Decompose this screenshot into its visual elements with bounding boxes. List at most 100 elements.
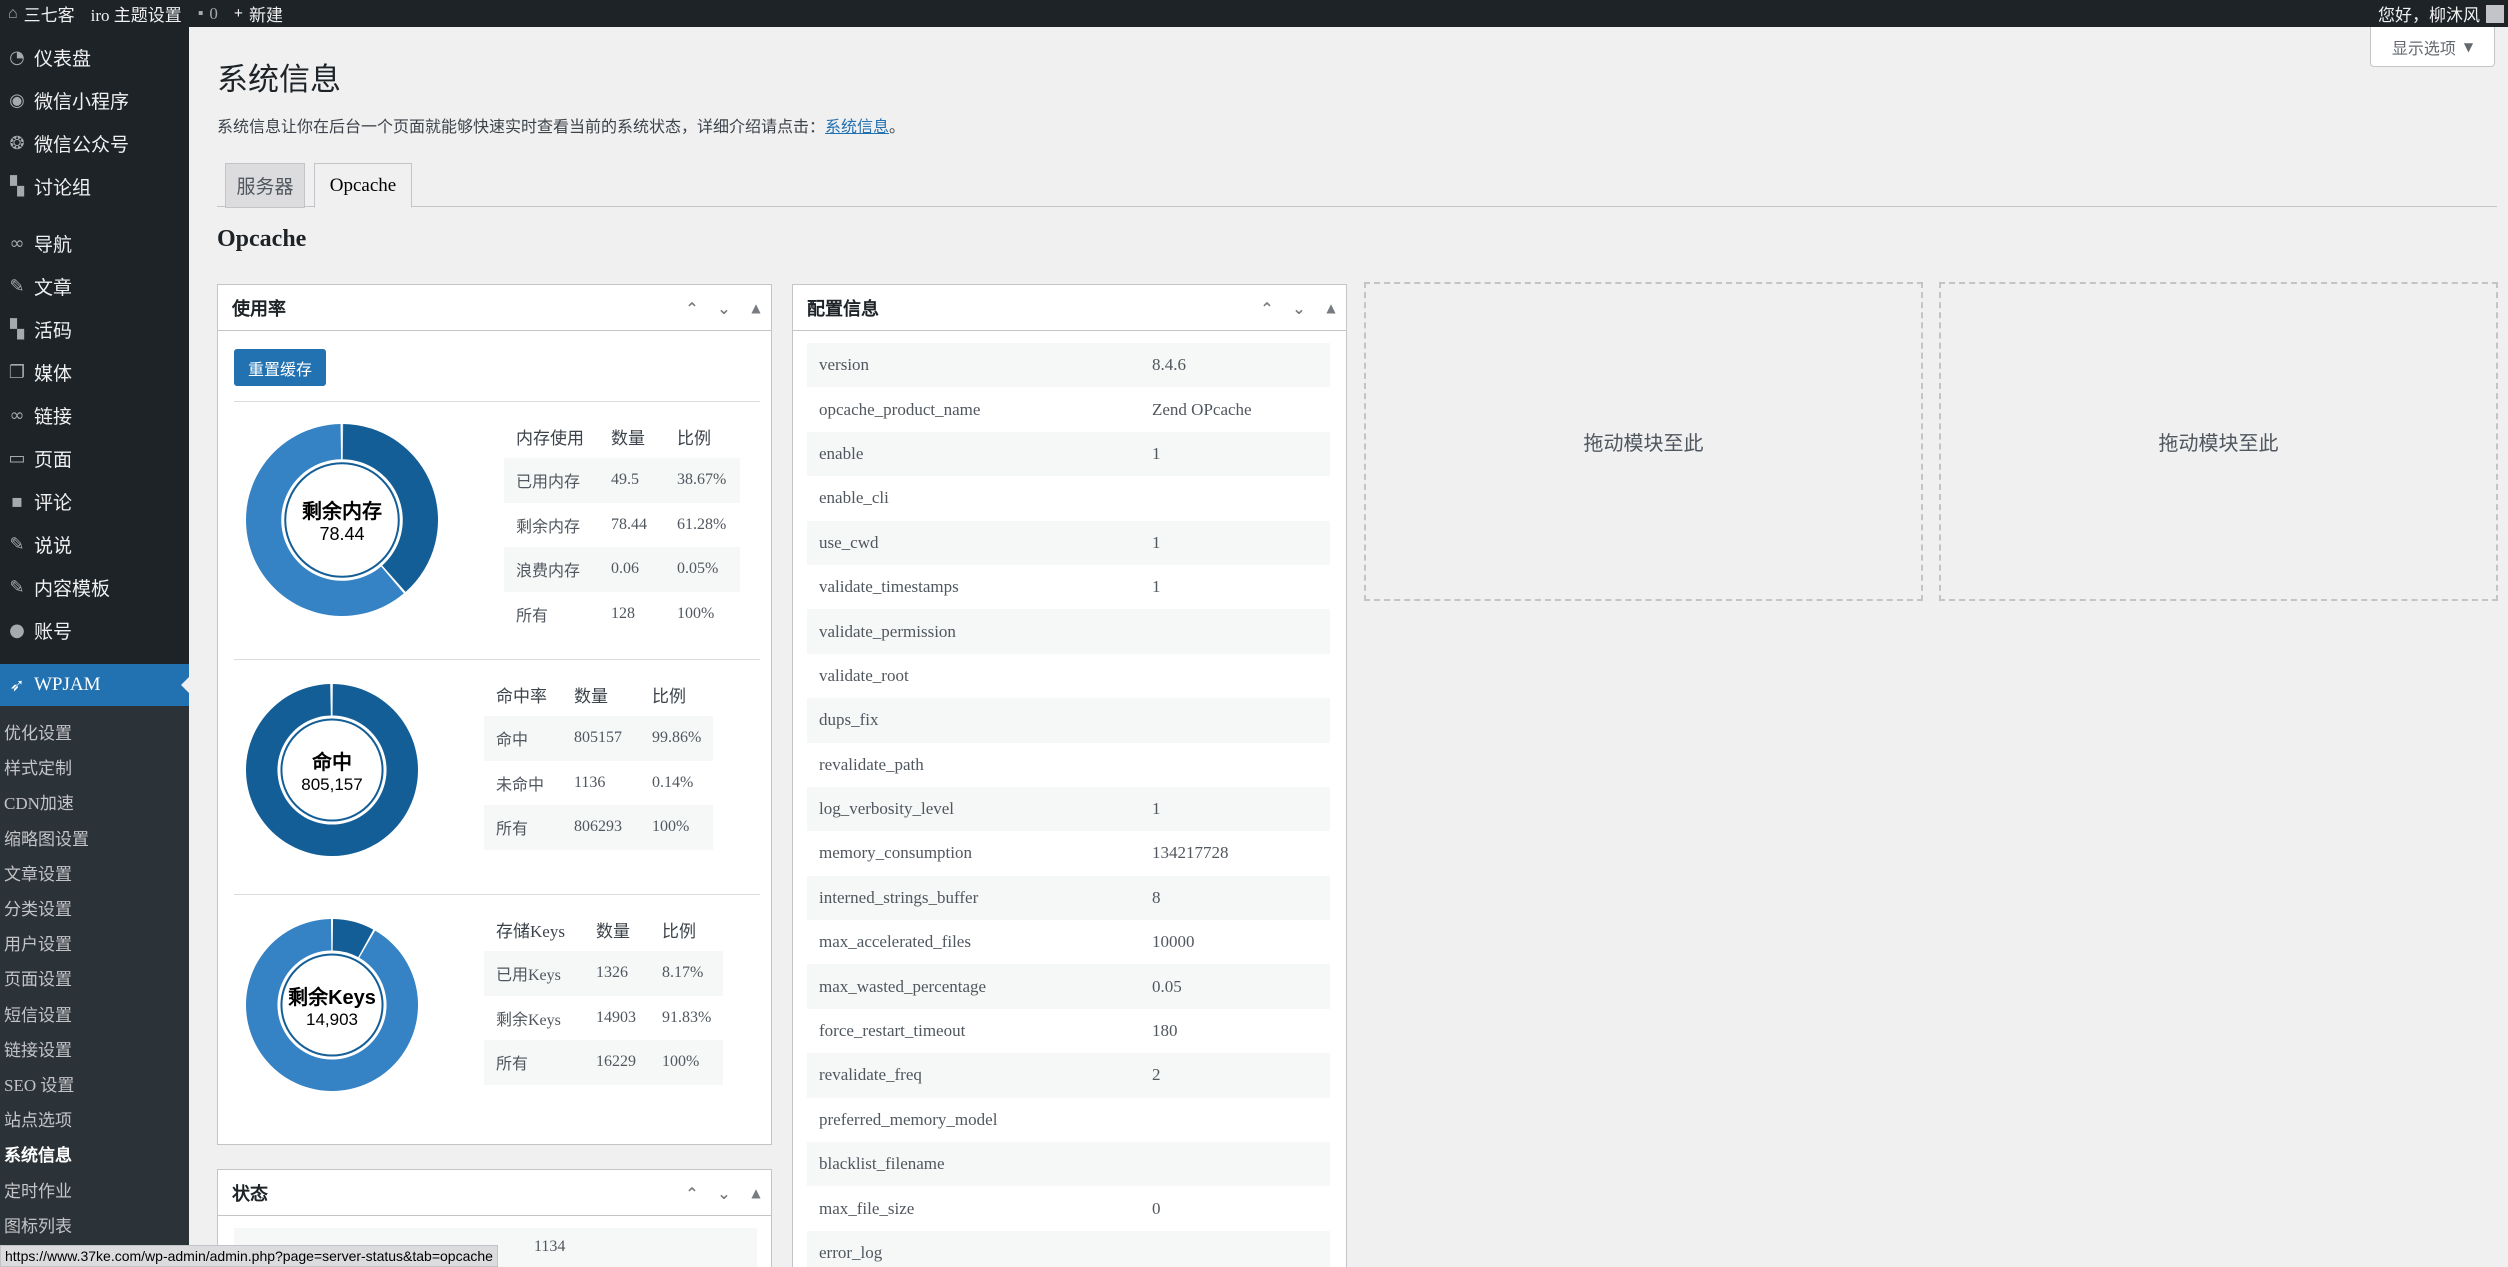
menu-item[interactable]: ◉ 微信小程序 bbox=[0, 79, 189, 122]
new-content-link[interactable]: + 新建 bbox=[226, 0, 291, 27]
donut-center-title: 剩余内存 bbox=[302, 501, 382, 523]
keys-block: 剩余Keys 14,903 存储Keys 数量 比例 已用Keys 1326 8.17% 剩… bbox=[234, 894, 760, 1129]
table-cell: 0.06 bbox=[599, 547, 665, 592]
section-title: Opcache bbox=[217, 226, 307, 252]
menu-item[interactable]: ✎ 内容模板 bbox=[0, 566, 189, 609]
menu-item[interactable]: ● 账号 bbox=[0, 609, 189, 652]
plus-icon: + bbox=[233, 4, 244, 22]
postbox-title: 状态 bbox=[232, 1183, 268, 1204]
menu-label: 媒体 bbox=[34, 364, 73, 385]
table-row: validate_permission bbox=[807, 609, 1330, 654]
link-icon: ∞ bbox=[9, 233, 25, 254]
config-key: blacklist_filename bbox=[819, 1154, 945, 1174]
site-name-link[interactable]: ⌂ 三七客 bbox=[0, 0, 83, 27]
submenu-item[interactable]: 缩略图设置 bbox=[0, 820, 189, 855]
submenu-item[interactable]: 分类设置 bbox=[0, 890, 189, 925]
submenu-item[interactable]: 样式定制 bbox=[0, 749, 189, 784]
toggle-panel-icon[interactable]: ▲ bbox=[747, 1186, 765, 1200]
tab-opcache[interactable]: Opcache bbox=[314, 163, 412, 208]
table-cell: 61.28% bbox=[677, 515, 727, 533]
menu-item[interactable]: ❂ 微信公众号 bbox=[0, 122, 189, 165]
dropzone[interactable]: 拖动模块至此 bbox=[1364, 282, 1923, 601]
menu-item[interactable]: ▚ 活码 bbox=[0, 308, 189, 351]
menu-item[interactable]: ∞ 链接 bbox=[0, 394, 189, 437]
submenu-item[interactable]: 短信设置 bbox=[0, 996, 189, 1031]
submenu-item[interactable]: 文章设置 bbox=[0, 855, 189, 890]
toggle-panel-icon[interactable]: ▲ bbox=[747, 301, 765, 315]
column-header: 命中率 bbox=[496, 686, 547, 706]
postbox-title: 使用率 bbox=[232, 298, 286, 319]
postbox-header: 使用率 ⌃ ⌄ ▲ bbox=[218, 285, 771, 331]
submenu-item[interactable]: 图标列表 bbox=[0, 1207, 189, 1242]
table-row: 所有 806293 100% bbox=[484, 805, 714, 850]
config-value: 180 bbox=[1152, 1021, 1178, 1041]
table-row: 命中 805157 99.86% bbox=[484, 716, 714, 761]
theme-settings-link[interactable]: iro 主题设置 bbox=[83, 0, 190, 27]
config-value: 0 bbox=[1152, 1198, 1161, 1218]
caret-down-icon: ▼ bbox=[2463, 39, 2474, 54]
move-down-icon[interactable]: ⌄ bbox=[715, 1184, 733, 1203]
media-icon: ❐ bbox=[8, 362, 26, 383]
menu-item[interactable]: ✎ 文章 bbox=[0, 265, 189, 308]
submenu-item[interactable]: 链接设置 bbox=[0, 1031, 189, 1066]
submenu-item[interactable]: 优化设置 bbox=[0, 714, 189, 749]
comment-icon: ▪ bbox=[10, 491, 24, 512]
screen-options-label: 显示选项 bbox=[2391, 40, 2456, 58]
menu-item[interactable]: ❐ 媒体 bbox=[0, 351, 189, 394]
column-header: 数量 bbox=[611, 428, 645, 448]
column-header: 比例 bbox=[652, 686, 686, 706]
nav-tabs: 服务器 Opcache bbox=[217, 163, 2497, 208]
column-header: 数量 bbox=[574, 686, 608, 706]
tab-server[interactable]: 服务器 bbox=[225, 163, 305, 208]
move-down-icon[interactable]: ⌄ bbox=[1290, 299, 1308, 318]
submenu-item[interactable]: SEO 设置 bbox=[0, 1066, 189, 1101]
move-up-icon[interactable]: ⌃ bbox=[1258, 299, 1276, 318]
table-cell: 99.86% bbox=[640, 716, 714, 761]
submenu-item[interactable]: 定时作业 bbox=[0, 1171, 189, 1206]
toggle-panel-icon[interactable]: ▲ bbox=[1322, 301, 1340, 315]
screen-options-button[interactable]: 显示选项 ▼ bbox=[2370, 27, 2495, 67]
move-up-icon[interactable]: ⌃ bbox=[683, 1184, 701, 1203]
table-row: 已用Keys 1326 8.17% bbox=[484, 951, 724, 996]
table-cell: 剩余内存 bbox=[516, 518, 581, 536]
table-cell: 浪费内存 bbox=[504, 547, 599, 592]
config-value: Zend OPcache bbox=[1152, 399, 1252, 419]
donut-center-value: 78.44 bbox=[319, 524, 365, 544]
menu-item[interactable]: ▭ 页面 bbox=[0, 437, 189, 480]
table-row: validate_timestamps 1 bbox=[807, 565, 1330, 609]
config-key: max_accelerated_files bbox=[819, 932, 971, 952]
my-account-link[interactable]: 您好，柳沐风 bbox=[2370, 0, 2508, 27]
config-key: preferred_memory_model bbox=[819, 1109, 998, 1129]
move-up-icon[interactable]: ⌃ bbox=[683, 299, 701, 318]
reset-cache-button[interactable]: 重置缓存 bbox=[234, 349, 326, 386]
submenu-item[interactable]: CDN加速 bbox=[0, 784, 189, 819]
comments-link[interactable]: ▪ 0 bbox=[190, 0, 226, 27]
menu-item-wpjam[interactable]: ➶ WPJAM bbox=[0, 664, 189, 706]
description-link[interactable]: 系统信息 bbox=[825, 119, 889, 136]
table-row: revalidate_path bbox=[807, 743, 1330, 787]
submenu-item[interactable]: 站点选项 bbox=[0, 1101, 189, 1136]
submenu-item[interactable]: 系统信息 bbox=[0, 1136, 189, 1171]
hit-rate-stats-table: 命中率 数量 比例 命中 805157 99.86% 未命中 1136 0.14% 所有 80629… bbox=[484, 672, 714, 850]
menu-item[interactable]: ▚ 讨论组 bbox=[0, 165, 189, 208]
submenu-item[interactable]: 页面设置 bbox=[0, 960, 189, 995]
donut-center-title: 剩余Keys bbox=[288, 986, 376, 1009]
menu-item[interactable]: ▪ 评论 bbox=[0, 480, 189, 523]
move-down-icon[interactable]: ⌄ bbox=[715, 299, 733, 318]
config-value: 8 bbox=[1152, 887, 1161, 907]
menu-item[interactable]: ✎ 说说 bbox=[0, 523, 189, 566]
home-icon: ⌂ bbox=[8, 4, 18, 22]
table-row: validate_root bbox=[807, 654, 1330, 698]
table-cell: 命中 bbox=[484, 716, 562, 761]
config-key: dups_fix bbox=[819, 710, 879, 730]
page-title: 系统信息 bbox=[217, 62, 341, 97]
submenu-item[interactable]: 用户设置 bbox=[0, 925, 189, 960]
config-key: validate_root bbox=[819, 665, 909, 685]
site-name: 三七客 bbox=[23, 6, 75, 25]
config-key: revalidate_freq bbox=[819, 1065, 922, 1085]
dropzone[interactable]: 拖动模块至此 bbox=[1939, 282, 2498, 601]
config-key: version bbox=[819, 355, 870, 375]
menu-item[interactable]: ∞ 导航 bbox=[0, 222, 189, 265]
menu-item[interactable]: ◔ 仪表盘 bbox=[0, 36, 189, 79]
link-icon: ∞ bbox=[9, 405, 25, 426]
